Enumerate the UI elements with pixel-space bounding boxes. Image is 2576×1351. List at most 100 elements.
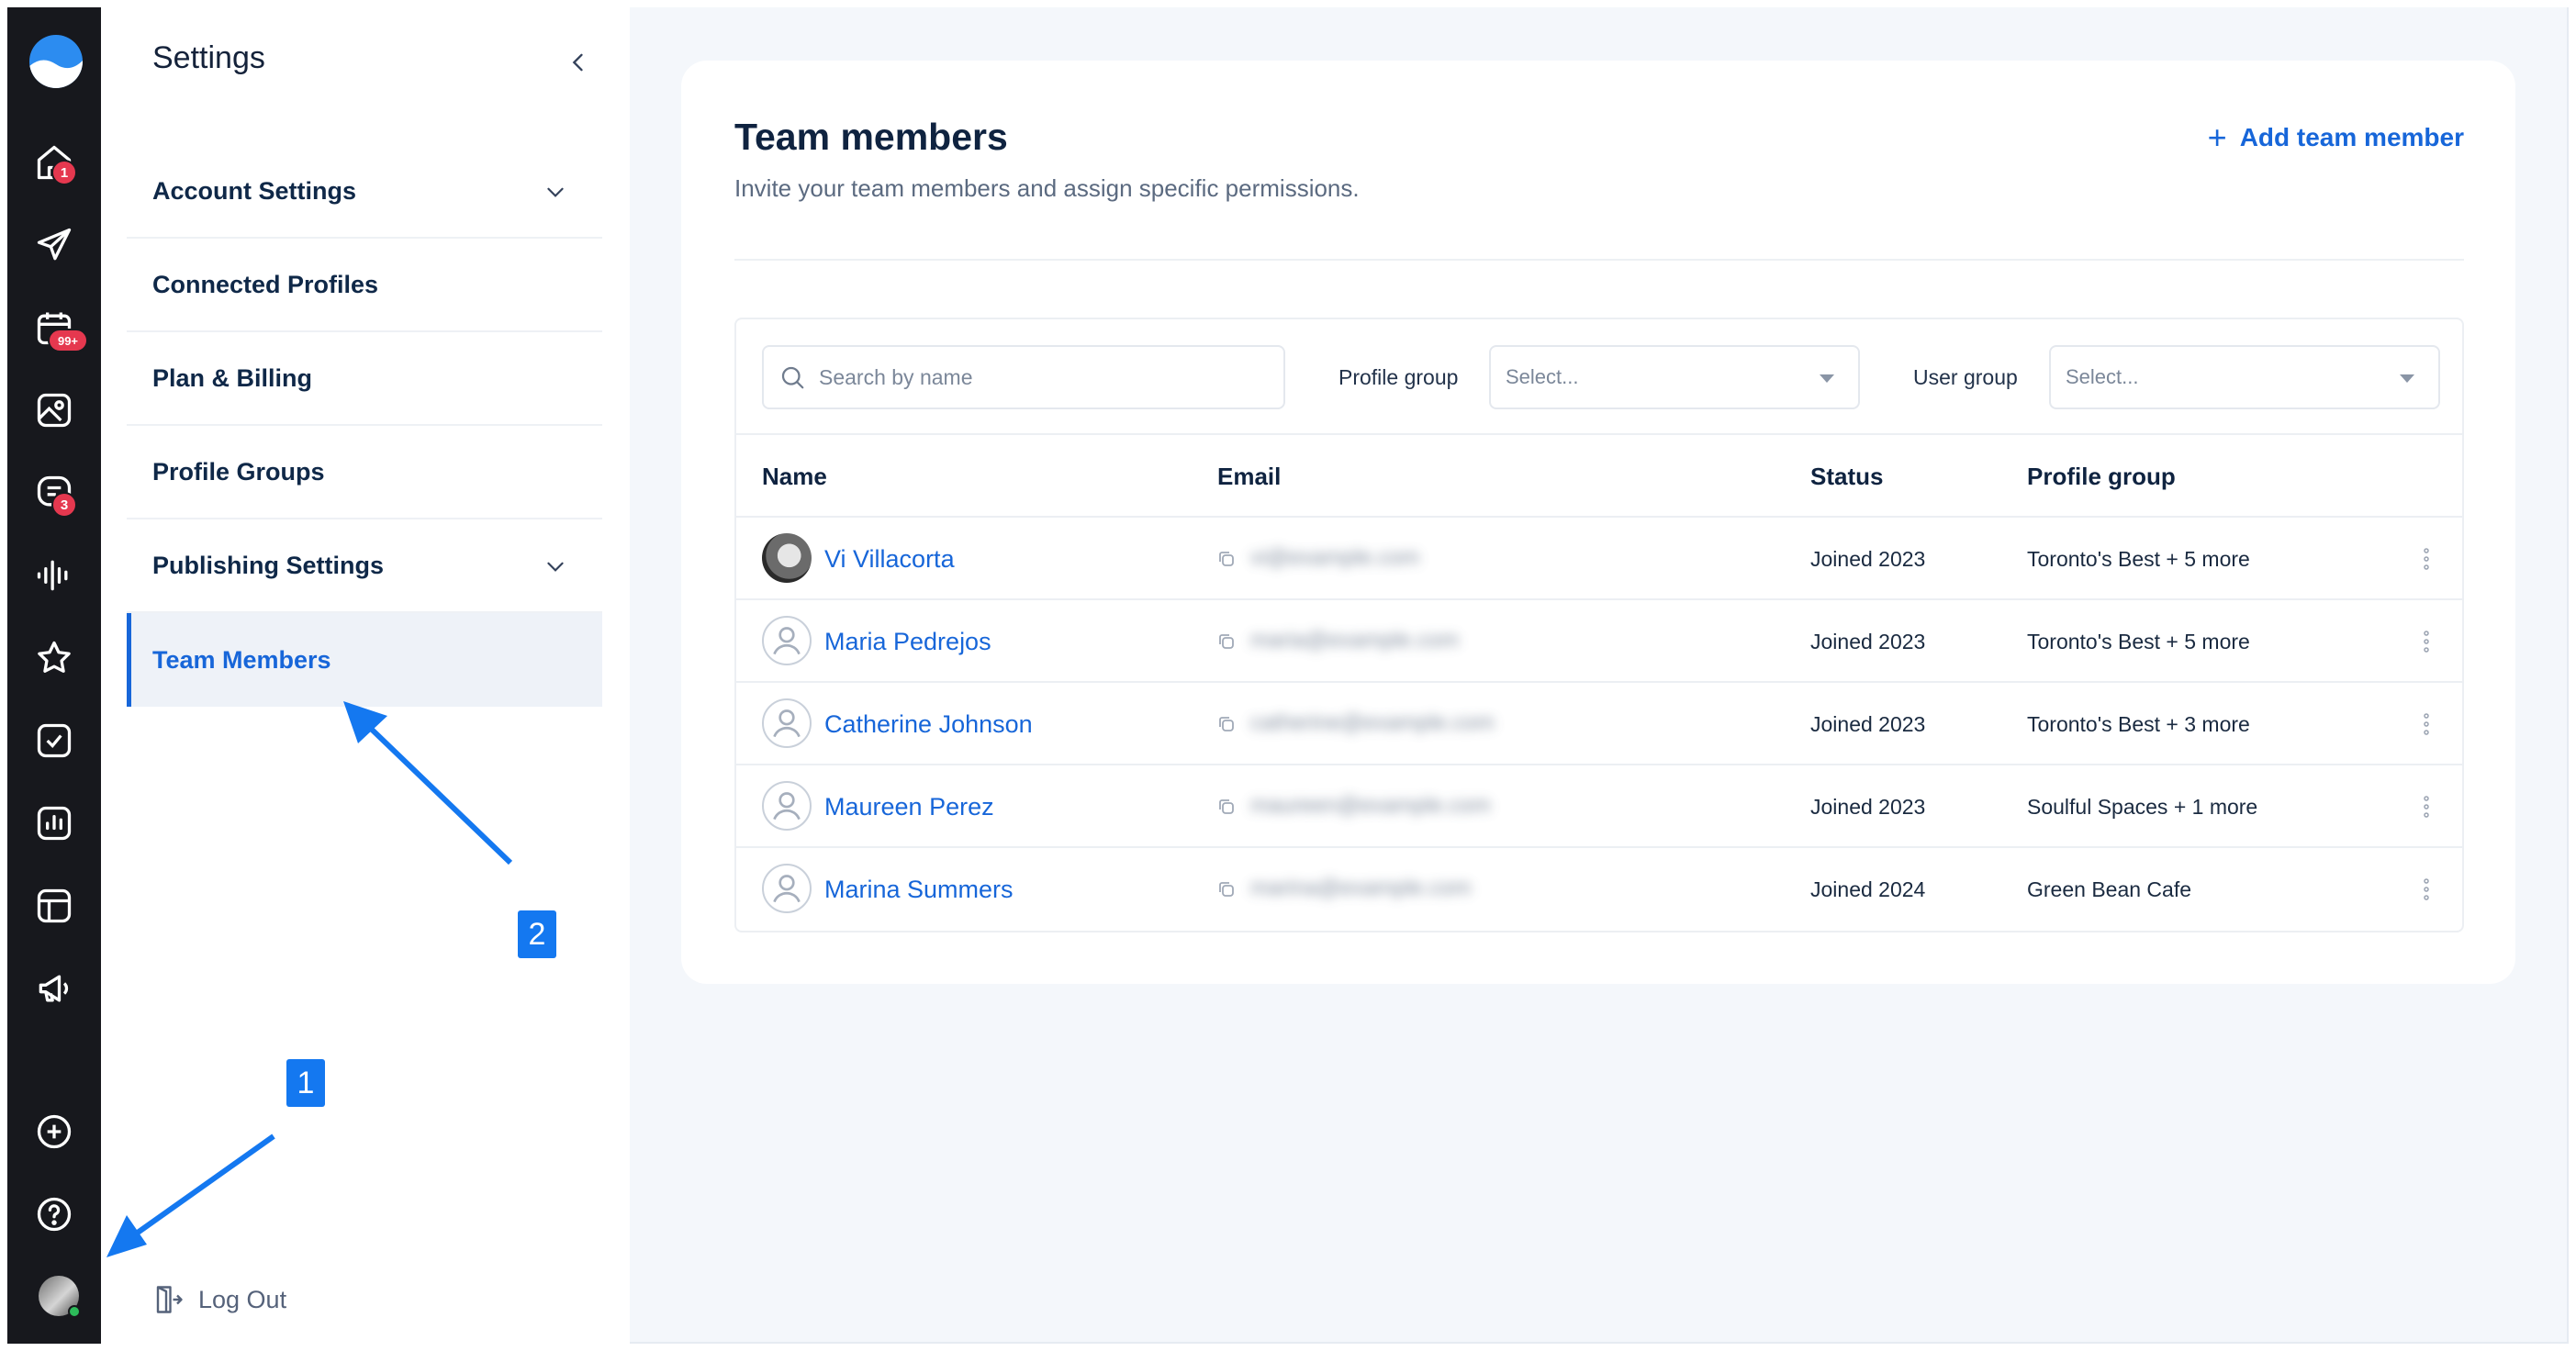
member-status: Joined 2023 [1810,712,1926,736]
team-members-card: Team members Invite your team members an… [681,61,2515,984]
page-title: Team members [734,116,1008,158]
member-avatar [762,698,812,748]
add-team-member-label: Add team member [2239,123,2464,151]
member-profile-group: Toronto's Best + 3 more [2027,712,2250,736]
annotation-marker-2: 2 [518,910,556,958]
more-options-icon[interactable] [2422,545,2431,573]
search-icon [781,366,804,389]
table-row[interactable]: Vi Villacorta vi@example.com Joined 2023… [736,518,2462,600]
user-avatar[interactable] [39,1276,81,1318]
member-profile-group: Toronto's Best + 5 more [2027,630,2250,653]
member-status: Joined 2023 [1810,630,1926,653]
user-group-select-value: Select... [2066,365,2139,388]
screen: 1 99+ 3 Settings Account Settings Connec… [0,0,2576,1351]
tasks-icon[interactable] [29,716,79,765]
filter-bar: Profile group Select... User group Selec… [736,319,2462,435]
collapse-panel-button[interactable] [566,50,591,75]
menu-item-label: Profile Groups [152,457,325,486]
media-library-icon[interactable] [29,385,79,435]
copy-icon[interactable] [1215,548,1238,570]
member-avatar [762,533,812,583]
member-name-link[interactable]: Marina Summers [824,876,1014,904]
table-row[interactable]: Maureen Perez maureen@example.com Joined… [736,765,2462,848]
settings-panel: Settings Account Settings Connected Prof… [101,7,630,1344]
table-row[interactable]: Maria Pedrejos maria@example.com Joined … [736,600,2462,683]
more-options-icon[interactable] [2422,710,2431,738]
member-status: Joined 2023 [1810,547,1926,571]
menu-item-plan-billing[interactable]: Plan & Billing [127,332,602,426]
member-status: Joined 2024 [1810,877,1926,901]
team-members-table: Profile group Select... User group Selec… [734,318,2464,932]
audio-wave-icon[interactable] [29,551,79,600]
copy-icon[interactable] [1215,631,1238,653]
add-circle-icon[interactable] [29,1107,79,1156]
column-header-profile-group[interactable]: Profile group [2027,463,2176,491]
settings-menu: Account Settings Connected Profiles Plan… [127,145,602,707]
add-team-member-button[interactable]: + Add team member [2208,121,2464,154]
menu-item-label: Team Members [152,645,331,674]
column-header-status[interactable]: Status [1810,463,1883,491]
caret-down-icon [1820,374,1834,383]
member-name-link[interactable]: Maria Pedrejos [824,628,991,656]
plus-icon: + [2207,118,2227,156]
member-email: maria@example.com [1250,628,1460,653]
user-icon [773,792,801,821]
column-header-name[interactable]: Name [762,463,827,491]
user-icon [773,709,801,738]
logout-icon [156,1286,183,1313]
member-email: maureen@example.com [1250,793,1491,818]
copy-icon[interactable] [1215,713,1238,735]
app-logo[interactable] [29,35,83,88]
megaphone-icon[interactable] [29,964,79,1013]
caret-down-icon [2400,374,2414,383]
member-avatar [762,616,812,665]
chevron-down-icon [547,562,564,572]
menu-item-profile-groups[interactable]: Profile Groups [127,426,602,519]
search-input[interactable] [819,364,1260,390]
member-name-link[interactable]: Maureen Perez [824,793,994,821]
member-profile-group: Toronto's Best + 5 more [2027,547,2250,571]
copy-icon[interactable] [1215,878,1238,900]
profile-group-filter-label: Profile group [1338,365,1459,389]
menu-item-publishing-settings[interactable]: Publishing Settings [127,519,602,613]
member-name-link[interactable]: Vi Villacorta [824,545,955,574]
menu-item-label: Plan & Billing [152,363,313,392]
table-row[interactable]: Marina Summers marina@example.com Joined… [736,848,2462,931]
help-icon[interactable] [29,1189,79,1239]
divider [734,259,2464,261]
logout-label: Log Out [198,1285,287,1313]
menu-item-connected-profiles[interactable]: Connected Profiles [127,239,602,332]
search-box[interactable] [762,345,1285,409]
profile-group-select[interactable]: Select... [1489,345,1860,409]
user-icon [773,627,801,655]
more-options-icon[interactable] [2422,628,2431,655]
user-group-select[interactable]: Select... [2049,345,2440,409]
user-icon [773,875,801,903]
member-email: vi@example.com [1250,545,1420,570]
more-options-icon[interactable] [2422,876,2431,903]
member-avatar [762,781,812,831]
profile-group-select-value: Select... [1506,365,1579,388]
star-icon[interactable] [29,633,79,683]
table-body: Vi Villacorta vi@example.com Joined 2023… [736,518,2462,931]
member-email: catherine@example.com [1250,710,1495,735]
table-row[interactable]: Catherine Johnson catherine@example.com … [736,683,2462,765]
analytics-icon[interactable] [29,798,79,848]
member-profile-group: Soulful Spaces + 1 more [2027,795,2258,819]
more-options-icon[interactable] [2422,793,2431,821]
copy-icon[interactable] [1215,796,1238,818]
member-profile-group: Green Bean Cafe [2027,877,2192,901]
menu-item-team-members[interactable]: Team Members [127,613,602,707]
icon-rail: 1 99+ 3 [7,7,101,1344]
column-header-email[interactable]: Email [1217,463,1281,491]
member-name-link[interactable]: Catherine Johnson [824,710,1033,739]
table-header: Name Email Status Profile group [736,435,2462,518]
user-group-filter-label: User group [1913,365,2018,389]
logout-button[interactable]: Log Out [152,1283,286,1316]
menu-item-account-settings[interactable]: Account Settings [127,145,602,239]
chevron-down-icon [547,187,564,197]
online-status-dot [68,1305,81,1318]
send-icon[interactable] [29,220,79,270]
settings-title: Settings [152,40,265,75]
layout-icon[interactable] [29,881,79,931]
